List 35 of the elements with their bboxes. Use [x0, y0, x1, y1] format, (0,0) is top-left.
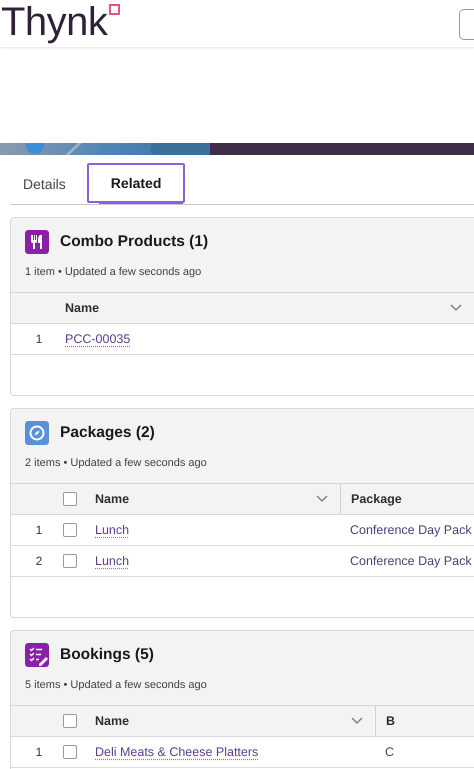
record-link[interactable]: Deli Meats & Cheese Platters — [95, 745, 258, 759]
column-header[interactable]: B — [386, 714, 396, 728]
checkbox[interactable] — [63, 714, 77, 728]
logo-text: Thynk — [1, 0, 108, 44]
record-link[interactable]: Lunch — [95, 554, 130, 568]
record-link[interactable]: PCC-00035 — [65, 332, 130, 346]
tab[interactable]: Related — [86, 163, 186, 203]
chevron-down-icon[interactable] — [450, 304, 462, 312]
card-title[interactable]: Combo Products (1) — [60, 233, 208, 251]
table-cell: C — [385, 745, 394, 759]
row-number: 1 — [36, 745, 42, 759]
column-header[interactable]: Name — [65, 301, 100, 315]
chevron-down-icon[interactable] — [316, 495, 328, 503]
checkbox[interactable] — [63, 745, 77, 759]
list-meta: 1 item • Updated a few seconds ago — [25, 266, 202, 278]
card-title[interactable]: Bookings (5) — [60, 646, 154, 664]
list-meta: 2 items • Updated a few seconds ago — [25, 457, 208, 469]
checkbox[interactable] — [63, 554, 77, 568]
list-meta: 5 items • Updated a few seconds ago — [25, 679, 208, 691]
row-number: 2 — [36, 554, 42, 568]
card-title[interactable]: Packages (2) — [60, 424, 155, 442]
column-header[interactable]: Name — [95, 492, 130, 506]
row-number: 1 — [36, 523, 42, 537]
table-cell: Conference Day Pack — [350, 554, 472, 568]
table-cell: Conference Day Pack — [350, 523, 472, 537]
header-button[interactable] — [459, 9, 474, 40]
column-header[interactable]: Package — [351, 492, 402, 506]
row-number: 1 — [36, 332, 42, 346]
column-header[interactable]: Name — [95, 714, 130, 728]
chevron-down-icon[interactable] — [351, 717, 363, 725]
logo-square-icon — [109, 4, 120, 15]
checkbox[interactable] — [63, 523, 77, 537]
tab[interactable]: Details — [10, 163, 79, 204]
checkbox[interactable] — [63, 492, 77, 506]
record-link[interactable]: Lunch — [95, 523, 130, 537]
